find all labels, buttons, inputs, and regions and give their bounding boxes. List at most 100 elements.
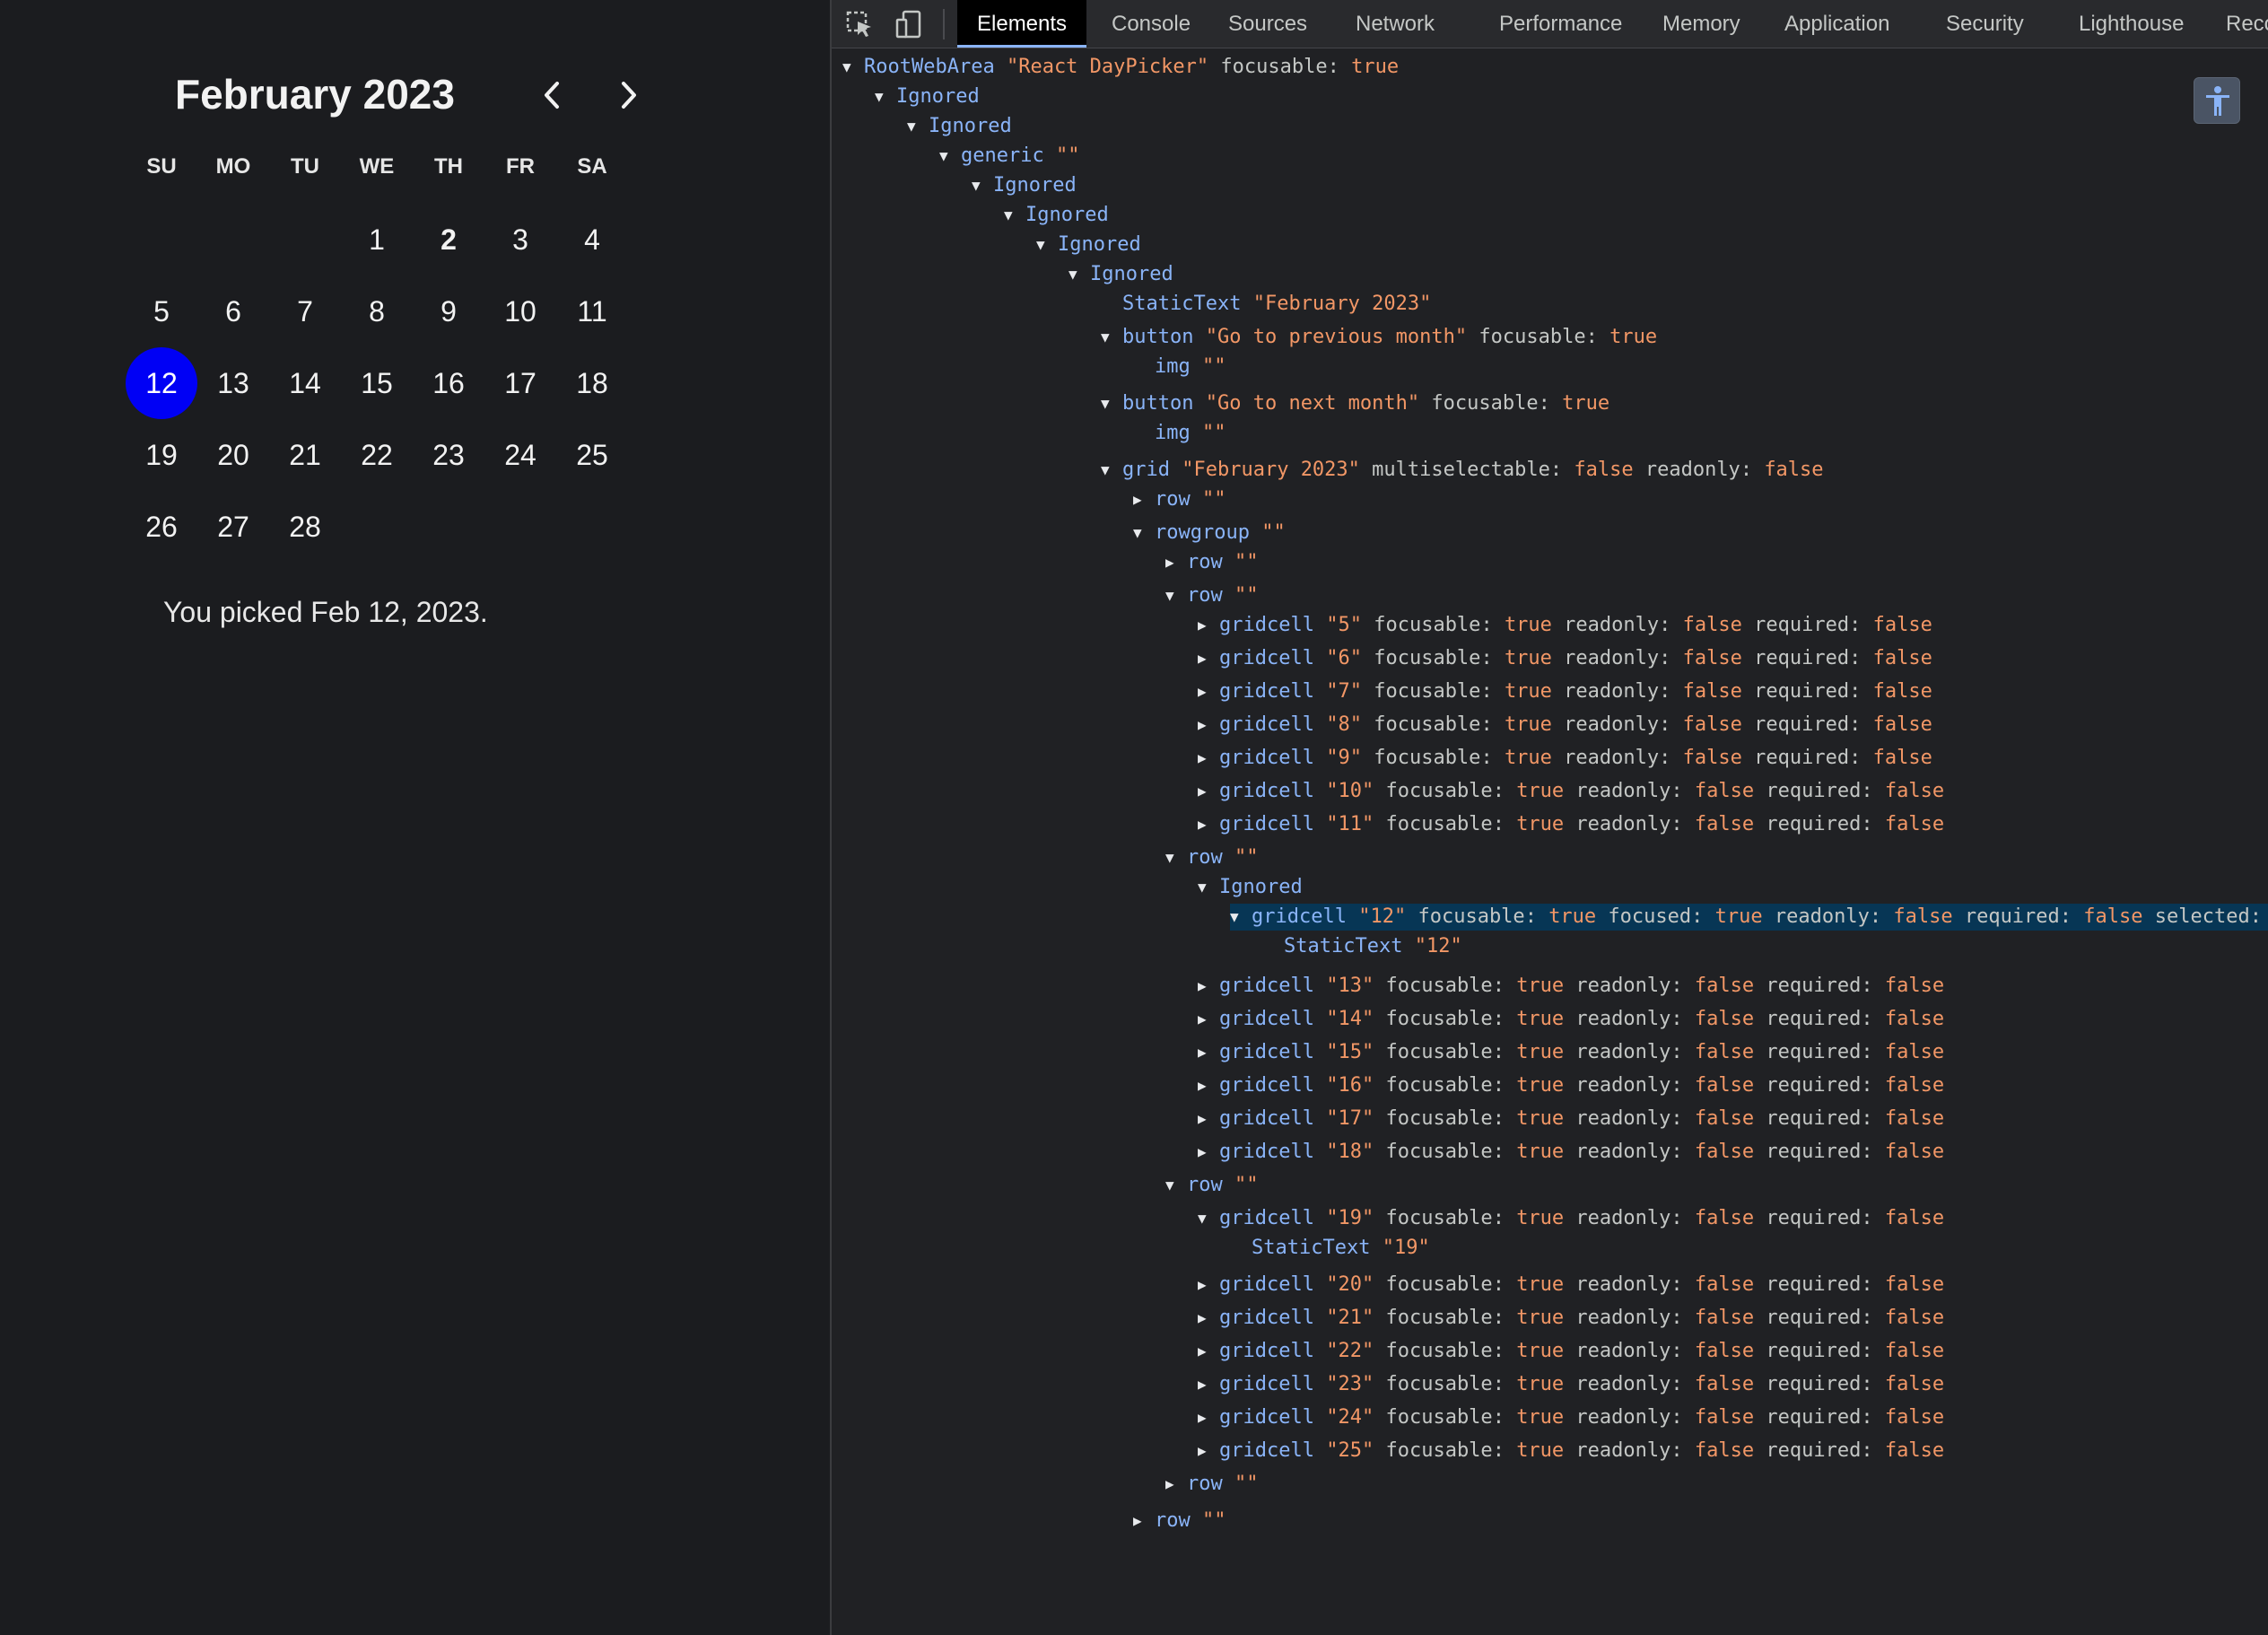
tree-node[interactable]: ▼ Ignored (1069, 261, 1173, 288)
tree-node[interactable]: ▶ gridcell "25" focusable: true readonly:… (1198, 1438, 1944, 1465)
collapsed-triangle-icon[interactable]: ▶ (1198, 1338, 1219, 1365)
day-cell[interactable]: 16 (413, 347, 484, 419)
tree-node[interactable]: ▶ gridcell "15" focusable: true readonly:… (1198, 1039, 1944, 1066)
day-cell[interactable]: 18 (556, 347, 628, 419)
tree-node[interactable]: StaticText "19" (1230, 1235, 1430, 1262)
tree-node[interactable]: ▶ gridcell "11" focusable: true readonly:… (1198, 811, 1944, 838)
tree-node[interactable]: ▼ Ignored (875, 83, 980, 110)
day-cell[interactable]: 24 (484, 419, 556, 491)
collapsed-triangle-icon[interactable]: ▶ (1133, 486, 1155, 513)
tab-memory[interactable]: Memory (1643, 0, 1760, 48)
expanded-triangle-icon[interactable]: ▼ (875, 83, 896, 110)
day-cell[interactable]: 23 (413, 419, 484, 491)
collapsed-triangle-icon[interactable]: ▶ (1198, 1272, 1219, 1298)
tree-node[interactable]: ▼ row "" (1165, 844, 1259, 871)
collapsed-triangle-icon[interactable]: ▶ (1198, 612, 1219, 639)
day-cell[interactable]: 17 (484, 347, 556, 419)
tab-performance[interactable]: Performance (1479, 0, 1642, 48)
tree-node[interactable]: ▼ Ignored (972, 172, 1077, 199)
collapsed-triangle-icon[interactable]: ▶ (1198, 1404, 1219, 1431)
expanded-triangle-icon[interactable]: ▼ (1101, 324, 1122, 351)
tree-node[interactable]: ▶ gridcell "18" focusable: true readonly:… (1198, 1139, 1944, 1166)
tree-node[interactable]: ▶ gridcell "23" focusable: true readonly:… (1198, 1371, 1944, 1398)
collapsed-triangle-icon[interactable]: ▶ (1198, 811, 1219, 838)
tree-node[interactable]: ▶ gridcell "8" focusable: true readonly: … (1198, 712, 1932, 739)
expanded-triangle-icon[interactable]: ▼ (1165, 844, 1187, 871)
tree-node[interactable]: ▼ rowgroup "" (1133, 520, 1286, 546)
collapsed-triangle-icon[interactable]: ▶ (1198, 1072, 1219, 1099)
tree-node[interactable]: img "" (1133, 420, 1226, 447)
tree-node[interactable]: ▶ gridcell "7" focusable: true readonly: … (1198, 678, 1932, 705)
expanded-triangle-icon[interactable]: ▼ (1036, 232, 1058, 258)
expanded-triangle-icon[interactable]: ▼ (1133, 520, 1155, 546)
tree-node[interactable]: ▶ gridcell "17" focusable: true readonly:… (1198, 1106, 1944, 1132)
day-cell[interactable]: 8 (341, 275, 413, 347)
day-cell[interactable]: 3 (484, 204, 556, 275)
day-cell[interactable]: 4 (556, 204, 628, 275)
day-cell[interactable]: 19 (126, 419, 197, 491)
expanded-triangle-icon[interactable]: ▼ (1004, 202, 1025, 229)
tree-node[interactable]: ▶ gridcell "21" focusable: true readonly:… (1198, 1305, 1944, 1332)
tree-node[interactable]: ▶ gridcell "10" focusable: true readonly:… (1198, 778, 1944, 805)
day-cell[interactable]: 14 (269, 347, 341, 419)
day-cell[interactable]: 10 (484, 275, 556, 347)
next-month-button[interactable] (592, 70, 664, 120)
tree-node[interactable]: ▼ row "" (1165, 582, 1259, 609)
day-cell[interactable]: 21 (269, 419, 341, 491)
tree-node[interactable]: StaticText "12" (1262, 933, 1462, 960)
expanded-triangle-icon[interactable]: ▼ (972, 172, 993, 199)
day-cell[interactable]: 26 (126, 491, 197, 563)
collapsed-triangle-icon[interactable]: ▶ (1198, 1039, 1219, 1066)
tree-node[interactable]: ▼ button "Go to next month" focusable: tr… (1101, 390, 1609, 417)
expanded-triangle-icon[interactable]: ▼ (842, 54, 864, 81)
accessibility-tree-toggle-button[interactable] (2194, 77, 2240, 124)
day-cell[interactable]: 22 (341, 419, 413, 491)
tree-node[interactable]: ▼ grid "February 2023" multiselectable: f… (1101, 457, 1824, 484)
tree-node[interactable]: ▼ row "" (1165, 1172, 1259, 1199)
collapsed-triangle-icon[interactable]: ▶ (1198, 645, 1219, 672)
day-cell[interactable]: 7 (269, 275, 341, 347)
day-cell[interactable]: 11 (556, 275, 628, 347)
tree-node[interactable]: ▶ gridcell "13" focusable: true readonly:… (1198, 973, 1944, 1000)
collapsed-triangle-icon[interactable]: ▶ (1198, 1371, 1219, 1398)
tree-node[interactable]: ▶ gridcell "20" focusable: true readonly:… (1198, 1272, 1944, 1298)
collapsed-triangle-icon[interactable]: ▶ (1198, 1106, 1219, 1132)
tab-security[interactable]: Security (1926, 0, 2044, 48)
collapsed-triangle-icon[interactable]: ▶ (1198, 745, 1219, 772)
day-cell[interactable]: 15 (341, 347, 413, 419)
tab-lighthouse[interactable]: Lighthouse (2059, 0, 2203, 48)
collapsed-triangle-icon[interactable]: ▶ (1198, 778, 1219, 805)
tree-node[interactable]: ▼ generic "" (939, 143, 1079, 170)
day-cell[interactable]: 13 (197, 347, 269, 419)
tree-node[interactable]: ▼ RootWebArea "React DayPicker" focusable… (842, 54, 1399, 81)
tree-node[interactable]: ▶ gridcell "9" focusable: true readonly: … (1198, 745, 1932, 772)
expanded-triangle-icon[interactable]: ▼ (1165, 582, 1187, 609)
tree-node[interactable]: ▶ gridcell "5" focusable: true readonly: … (1198, 612, 1932, 639)
expanded-triangle-icon[interactable]: ▼ (1101, 457, 1122, 484)
tree-node[interactable]: ▶ row "" (1133, 486, 1226, 513)
tab-recorder[interactable]: Recorder (2206, 0, 2268, 48)
expanded-triangle-icon[interactable]: ▼ (907, 113, 929, 140)
day-cell[interactable]: 9 (413, 275, 484, 347)
tree-node[interactable]: ▼ Ignored (1004, 202, 1109, 229)
tree-node[interactable]: ▼ Ignored (907, 113, 1012, 140)
expanded-triangle-icon[interactable]: ▼ (1165, 1172, 1187, 1199)
tree-node[interactable]: ▼ button "Go to previous month" focusable… (1101, 324, 1657, 351)
tree-node[interactable]: ▼ Ignored (1198, 874, 1303, 901)
collapsed-triangle-icon[interactable]: ▶ (1198, 973, 1219, 1000)
tree-node-selected[interactable]: ▼ gridcell "12" focusable: true focused: … (1230, 904, 2268, 931)
tree-node[interactable]: ▶ gridcell "22" focusable: true readonly:… (1198, 1338, 1944, 1365)
previous-month-button[interactable] (517, 70, 589, 120)
collapsed-triangle-icon[interactable]: ▶ (1165, 1471, 1187, 1498)
tree-node[interactable]: ▼ Ignored (1036, 232, 1141, 258)
tree-node[interactable]: ▶ gridcell "14" focusable: true readonly:… (1198, 1006, 1944, 1033)
tree-node[interactable]: ▶ gridcell "24" focusable: true readonly:… (1198, 1404, 1944, 1431)
collapsed-triangle-icon[interactable]: ▶ (1198, 712, 1219, 739)
tab-application[interactable]: Application (1765, 0, 1909, 48)
day-cell[interactable]: 28 (269, 491, 341, 563)
tree-node[interactable]: StaticText "February 2023" (1101, 291, 1431, 318)
collapsed-triangle-icon[interactable]: ▶ (1198, 1438, 1219, 1465)
collapsed-triangle-icon[interactable]: ▶ (1198, 678, 1219, 705)
collapsed-triangle-icon[interactable]: ▶ (1198, 1139, 1219, 1166)
day-cell[interactable]: 6 (197, 275, 269, 347)
